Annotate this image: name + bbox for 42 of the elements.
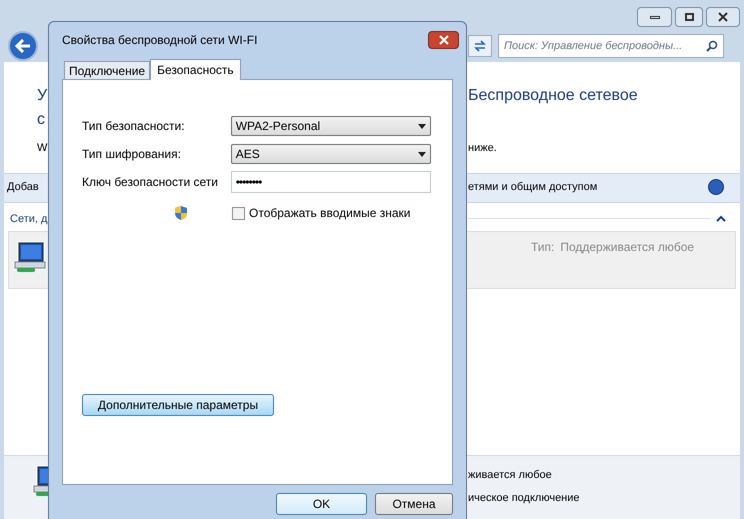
tab[interactable]: Безопасность [150, 59, 241, 80]
checkbox[interactable] [232, 206, 245, 220]
network-type-value: Поддерживается любое [560, 239, 694, 256]
intro-text: ниже. [468, 142, 497, 154]
collapse-chevron-icon[interactable] [716, 215, 726, 222]
dropdown-arrow-icon [418, 124, 426, 128]
close-icon [718, 12, 728, 22]
search-field[interactable]: Поиск: Управление беспроводны... [498, 34, 724, 58]
page-heading: У [37, 86, 48, 106]
field-label: Тип безопасности: [82, 118, 186, 135]
toolbar-item[interactable]: Добав [7, 181, 39, 194]
minimize-button[interactable] [637, 7, 672, 27]
network-detail: живается любое [468, 468, 553, 483]
back-button[interactable] [8, 31, 38, 61]
dialog-title: Свойства беспроводной сети WI-FI [62, 32, 258, 49]
network-computer-icon [13, 240, 47, 274]
field-label: Ключ безопасности сети [82, 174, 219, 191]
dialog-button[interactable]: Отмена [375, 493, 453, 515]
refresh-arrows-icon [473, 40, 487, 52]
close-button[interactable] [428, 31, 459, 49]
dropdown-arrow-icon [418, 152, 426, 156]
back-arrow-icon [15, 39, 31, 53]
page-heading: с [37, 110, 46, 130]
section-heading: Сети, д [10, 212, 48, 224]
field-label: Тип шифрования: [82, 146, 182, 163]
network-detail: ическое подключение [468, 490, 581, 506]
maximize-button[interactable] [675, 7, 703, 27]
shield-icon [174, 205, 188, 221]
page-heading: Беспроводное сетевое [468, 87, 638, 104]
close-button[interactable] [706, 7, 740, 27]
tab[interactable]: Подключение [64, 61, 150, 79]
password-field[interactable]: •••••••• [230, 171, 431, 193]
toolbar-item[interactable]: етями и общим доступом [468, 179, 598, 196]
close-icon [438, 35, 448, 45]
dropdown[interactable]: WPA2-Personal [230, 116, 431, 136]
refresh-button[interactable] [468, 35, 492, 57]
dialog-button[interactable]: OK [276, 493, 367, 515]
checkbox-label: Отображать вводимые знаки [249, 205, 410, 222]
advanced-settings-button[interactable]: Дополнительные параметры [82, 394, 274, 416]
dropdown[interactable]: AES [230, 144, 431, 164]
network-type-label: Тип: [531, 239, 554, 256]
search-icon [706, 40, 718, 52]
